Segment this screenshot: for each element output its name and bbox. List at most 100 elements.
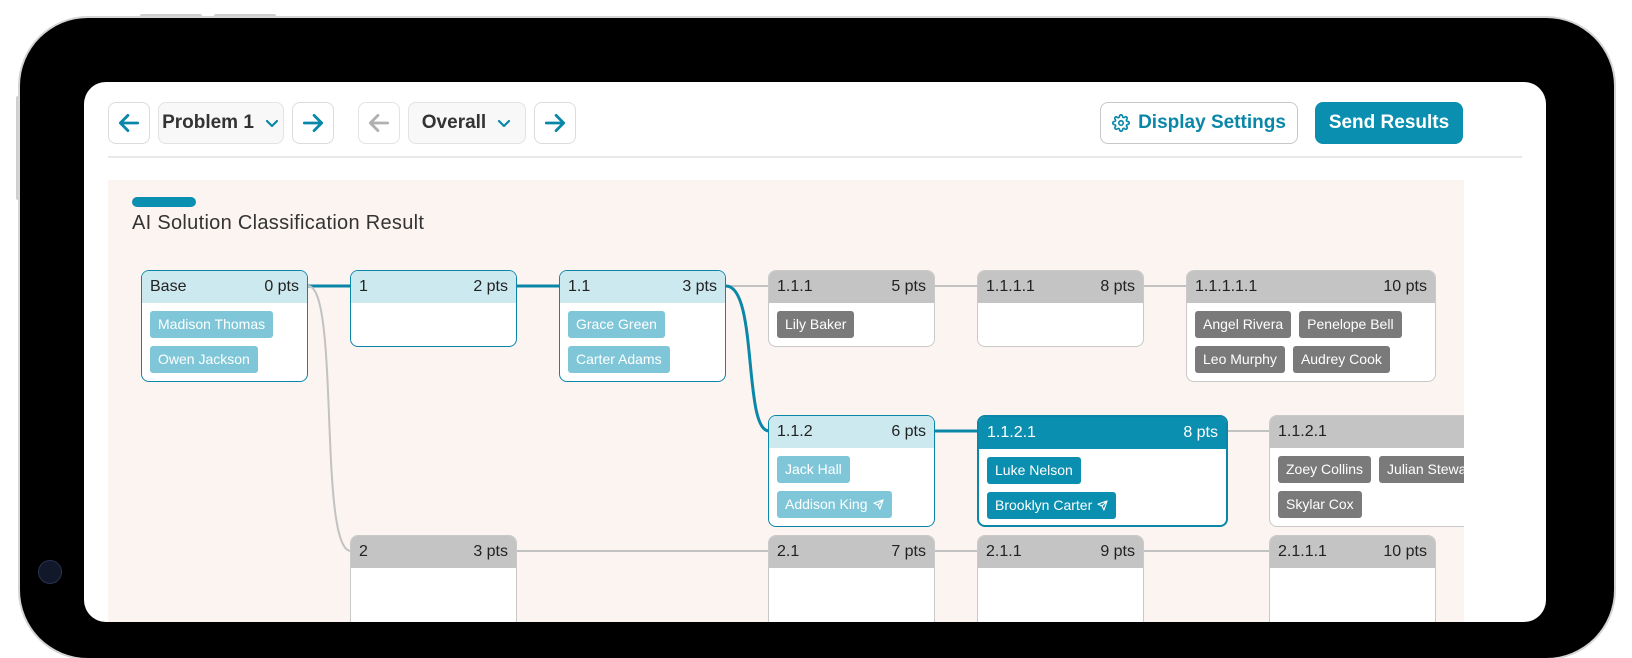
arrow-right-icon	[302, 114, 324, 132]
student-chip[interactable]: Leo Murphy	[1195, 346, 1285, 373]
node-label: 1.1.1.1	[986, 278, 1035, 295]
prev-view-button[interactable]	[358, 102, 400, 144]
node-label: 2.1.1.1	[1278, 543, 1327, 560]
student-chip[interactable]: Julian Stewart	[1379, 456, 1464, 483]
solution-node[interactable]: 1.1.2.1 Zoey Collins Julian Stewart Skylar …	[1269, 415, 1464, 527]
app-screen: Problem 1 Overall Display Settings Send …	[84, 82, 1546, 622]
node-header: Base 0 pts	[142, 271, 307, 303]
node-label: 1.1.1.1.1	[1195, 278, 1258, 295]
send-results-button[interactable]: Send Results	[1315, 102, 1463, 144]
node-header: 1 2 pts	[351, 271, 516, 303]
front-camera	[38, 560, 62, 584]
student-name: Luke Nelson	[995, 462, 1073, 478]
student-name: Leo Murphy	[1203, 351, 1277, 367]
student-chip[interactable]: Penelope Bell	[1299, 311, 1402, 338]
node-label: 1	[359, 278, 368, 295]
node-label: 2	[359, 543, 368, 560]
chevron-down-icon	[265, 119, 279, 128]
student-chip[interactable]: Audrey Cook	[1292, 346, 1390, 373]
solution-node[interactable]: 2.1 7 pts	[768, 535, 935, 622]
solution-node[interactable]: 2.1.1.1 10 pts	[1269, 535, 1436, 622]
display-settings-label: Display Settings	[1138, 112, 1286, 133]
solution-node[interactable]: 1.1.2.18 ptsLuke NelsonBrooklyn CarterIs…	[977, 415, 1228, 527]
node-points: 6 pts	[891, 423, 926, 440]
node-points: 8 pts	[1100, 278, 1135, 295]
node-label: 1.1.2	[777, 423, 813, 440]
node-points: 2 pts	[473, 278, 508, 295]
node-header: 1.1.2.1 8 pts	[979, 417, 1226, 449]
student-chip[interactable]: Skylar Cox	[1278, 491, 1362, 518]
toolbar: Problem 1 Overall Display Settings Send …	[108, 102, 1522, 146]
student-chip[interactable]: Luke Nelson	[987, 457, 1081, 484]
prev-problem-button[interactable]	[108, 102, 150, 144]
node-students	[351, 568, 516, 576]
node-label: 1.1.2.1	[987, 424, 1036, 441]
student-name: Owen Jackson	[158, 351, 250, 367]
node-label: 1.1.1	[777, 278, 813, 295]
node-points: 0 pts	[264, 278, 299, 295]
student-chip[interactable]: Addison King	[777, 491, 892, 518]
student-name: Penelope Bell	[1307, 316, 1394, 332]
student-name: Carter Adams	[576, 351, 662, 367]
node-label: 2.1	[777, 543, 800, 560]
student-chip[interactable]: Zoey Collins	[1278, 456, 1372, 483]
node-label: 2.1.1	[986, 543, 1022, 560]
solution-node[interactable]: 1.1.1 5 pts Lily Baker	[768, 270, 935, 347]
node-students	[351, 303, 516, 311]
node-header: 2 3 pts	[351, 536, 516, 568]
node-students	[978, 568, 1143, 576]
send-icon	[872, 499, 884, 510]
arrow-left-icon	[368, 114, 390, 132]
node-students: Angel Rivera Penelope Bell Leo Murphy Audre…	[1187, 303, 1435, 373]
problem-select[interactable]: Problem 1	[158, 102, 284, 144]
arrow-left-icon	[118, 114, 140, 132]
node-label: 1.1	[568, 278, 591, 295]
student-name: Julian Stewart	[1387, 461, 1464, 477]
solution-node[interactable]: Base 0 pts Madison Thomas Owen Jackson	[141, 270, 308, 382]
student-name: Jack Hall	[785, 461, 842, 477]
node-header: 1.1 3 pts	[560, 271, 725, 303]
node-students: Luke NelsonBrooklyn CarterIsaac Mitchell	[979, 449, 1226, 525]
student-chip[interactable]: Grace Green	[568, 311, 665, 338]
solution-node[interactable]: 1.1 3 pts Grace Green Carter Adams	[559, 270, 726, 382]
student-name: Madison Thomas	[158, 316, 266, 332]
toolbar-divider	[108, 156, 1522, 158]
student-name: Brooklyn Carter	[995, 497, 1093, 513]
student-chip[interactable]: Angel Rivera	[1195, 311, 1292, 338]
node-header: 2.1 7 pts	[769, 536, 934, 568]
student-chip[interactable]: Brooklyn Carter	[987, 492, 1117, 519]
problem-select-value: Problem 1	[162, 112, 254, 133]
solution-node[interactable]: 2 3 pts	[350, 535, 517, 622]
view-select[interactable]: Overall	[408, 102, 526, 144]
node-points: 5 pts	[891, 278, 926, 295]
chevron-down-icon	[498, 119, 511, 128]
student-name: Addison King	[785, 496, 868, 512]
student-name: Zoey Collins	[1286, 461, 1364, 477]
solution-node[interactable]: 1.1.1.1.1 10 pts Angel Rivera Penelope Bell…	[1186, 270, 1436, 382]
node-students	[978, 303, 1143, 311]
next-problem-button[interactable]	[292, 102, 334, 144]
send-results-label: Send Results	[1328, 112, 1450, 133]
student-chip[interactable]: Carter Adams	[568, 346, 670, 373]
student-name: Angel Rivera	[1203, 316, 1284, 332]
student-chip[interactable]: Owen Jackson	[150, 346, 258, 373]
student-chip[interactable]: Lily Baker	[777, 311, 855, 338]
solution-node[interactable]: 2.1.1 9 pts	[977, 535, 1144, 622]
next-view-button[interactable]	[534, 102, 576, 144]
node-points: 3 pts	[682, 278, 717, 295]
solution-node[interactable]: 1.1.1.1 8 pts	[977, 270, 1144, 347]
node-header: 1.1.1.1 8 pts	[978, 271, 1143, 303]
tablet-frame: Problem 1 Overall Display Settings Send …	[20, 18, 1614, 658]
send-icon	[1097, 500, 1108, 511]
solution-node[interactable]: 1.1.2 6 pts Jack Hall Addison King	[768, 415, 935, 527]
node-students: Grace Green Carter Adams	[560, 303, 725, 373]
solution-node[interactable]: 1 2 pts	[350, 270, 517, 347]
node-header: 1.1.1 5 pts	[769, 271, 934, 303]
student-name: Lily Baker	[785, 316, 847, 332]
student-chip[interactable]: Jack Hall	[777, 456, 850, 483]
student-chip[interactable]: Madison Thomas	[150, 311, 274, 338]
student-name: Grace Green	[576, 316, 657, 332]
view-select-value: Overall	[421, 112, 487, 133]
display-settings-button[interactable]: Display Settings	[1100, 102, 1298, 144]
node-header: 2.1.1 9 pts	[978, 536, 1143, 568]
